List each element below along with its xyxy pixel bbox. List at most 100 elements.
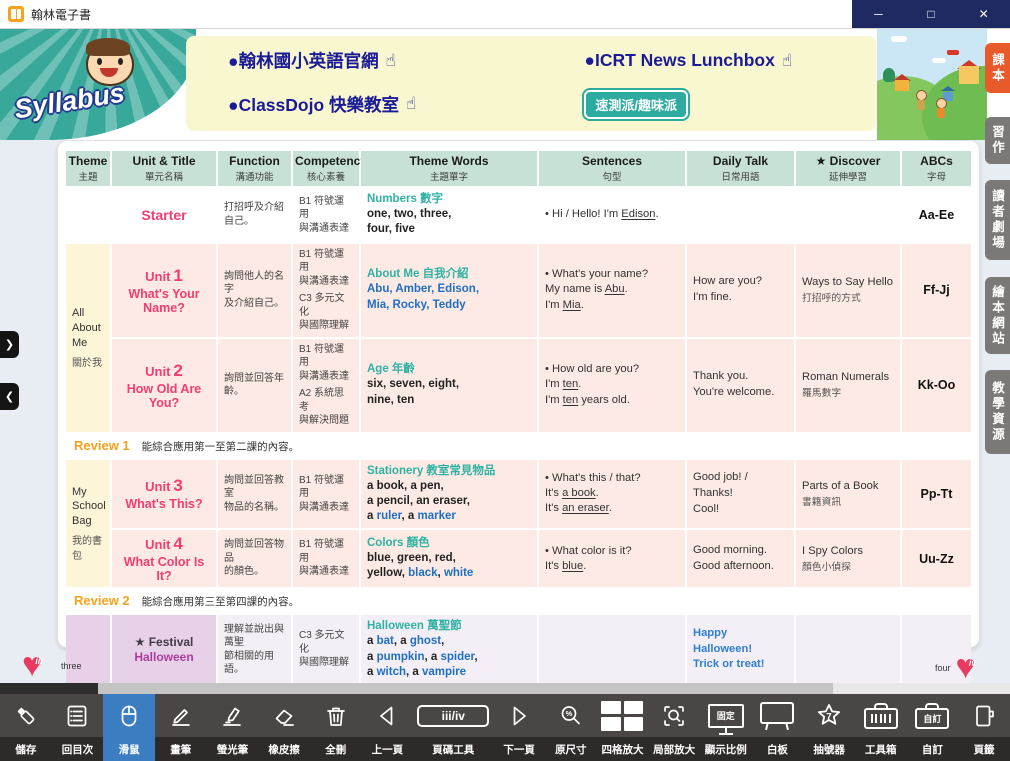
toolbox-icon [864, 694, 898, 737]
tool-label: 顯示比例 [705, 737, 747, 761]
maximize-button[interactable]: □ [905, 0, 958, 28]
side-tab-workbook[interactable]: 習作 [985, 117, 1010, 164]
hanlin-ebook-window: 翰林電子書 ─ □ ✕ Syllabus ●翰林國小英語官網☝●ICRT New… [0, 0, 1010, 761]
heart-page-icon: ♥ iii [22, 650, 56, 682]
sentences-cell [539, 615, 685, 684]
pen-icon [168, 694, 194, 737]
tool-display-ratio[interactable]: 固定顯示比例 [700, 694, 752, 761]
syllabus-table: Theme主題 Unit & Title單元名稱 Function溝通功能 Co… [66, 151, 971, 761]
pointer-hand-icon: ☝ [406, 94, 416, 114]
left-panel-close-toggle[interactable]: ❮ [0, 383, 19, 410]
sentences-cell: • What's this / that?It's a book.It's an… [539, 460, 685, 529]
tool-label: 螢光筆 [217, 737, 249, 761]
theme-words-cell: About Me 自我介紹Abu, Amber, Edison,Mia, Roc… [361, 244, 537, 337]
syllabus-page: Theme主題 Unit & Title單元名稱 Function溝通功能 Co… [57, 140, 980, 648]
page-indicator-right: four ♥ iv [930, 652, 990, 684]
theme-words-cell: Numbers 數字one, two, three,four, five [361, 188, 537, 242]
tool-region-zoom[interactable]: 局部放大 [648, 694, 700, 761]
tool-four-pane-zoom[interactable]: 四格放大 [597, 694, 649, 761]
tool-original-size[interactable]: %原尺寸 [545, 694, 597, 761]
side-tab-picture-book-site[interactable]: 繪本網站 [985, 277, 1010, 354]
competency-cell: B1 符號運用與溝通表達 [293, 530, 359, 587]
eraser-icon [271, 694, 297, 737]
tool-page-tool[interactable]: iii/iv頁碼工具 [413, 694, 493, 761]
abcs-cell: Ff-Jj [902, 244, 971, 337]
theme-cell-all-about-me: AllAboutMe 關於我 [66, 244, 110, 432]
title-bar: 翰林電子書 ─ □ ✕ [0, 0, 1010, 29]
tool-whiteboard[interactable]: 白板 [752, 694, 804, 761]
main-content: Syllabus ●翰林國小英語官網☝●ICRT News Lunchbox☝●… [0, 28, 1010, 694]
unit-cell-unit2: Unit2 How Old Are You? [112, 339, 216, 432]
col-header-abcs: ABCs字母 [902, 151, 971, 186]
side-tab-readers-theater[interactable]: 讀者劇場 [985, 180, 1010, 260]
display-ratio-icon: 固定 [708, 694, 744, 737]
prev-page-icon [374, 694, 400, 737]
tool-pen[interactable]: 畫筆 [155, 694, 207, 761]
tool-save[interactable]: 儲存 [0, 694, 52, 761]
tool-eraser[interactable]: 橡皮擦 [258, 694, 310, 761]
tool-toolbox[interactable]: 工具箱 [855, 694, 907, 761]
theme-words-cell: Colors 顏色blue, green, red,yellow, black,… [361, 530, 537, 587]
tool-label: 工具箱 [865, 737, 897, 761]
window-controls: ─ □ ✕ [852, 0, 1010, 28]
tool-mouse[interactable]: 滑鼠 [103, 694, 155, 761]
col-header-theme-words: Theme Words主題單字 [361, 151, 537, 186]
tool-label: 畫筆 [170, 737, 191, 761]
function-cell: 理解並說出與萬聖節相關的用語。 [218, 615, 291, 684]
review2-row: Review 2 能綜合應用第三至第四課的內容。 [66, 589, 971, 613]
daily-talk-cell: Thank you.You're welcome. [687, 339, 794, 432]
tool-label: 上一頁 [372, 737, 404, 761]
custom-icon: 自訂 [915, 694, 949, 737]
header-link-icrt-news-lunchbox[interactable]: ●ICRT News Lunchbox☝ [584, 50, 876, 71]
function-cell: 打招呼及介紹自己。 [218, 188, 291, 242]
sentences-cell: • Hi / Hello! I'm Edison. [539, 188, 685, 242]
col-header-function: Function溝通功能 [218, 151, 291, 186]
header-link-hanlin-elementary-english-site[interactable]: ●翰林國小英語官網☝ [228, 48, 584, 73]
minimize-button[interactable]: ─ [852, 0, 905, 28]
col-header-competency: Competency核心素養 [293, 151, 359, 186]
tool-prev-page[interactable]: 上一頁 [362, 694, 414, 761]
header-links-panel: ●翰林國小英語官網☝●ICRT News Lunchbox☝●ClassDojo… [186, 36, 876, 131]
discover-cell: I Spy Colors顏色小偵探 [796, 530, 900, 587]
svg-text:%: % [565, 709, 572, 718]
tool-toc[interactable]: 回目次 [52, 694, 104, 761]
tool-label: 自訂 [922, 737, 943, 761]
svg-text:7: 7 [826, 712, 831, 723]
competency-cell: B1 符號運用與溝通表達A2 系統思考與解決問題 [293, 339, 359, 432]
abcs-cell: Pp-Tt [902, 460, 971, 529]
left-panel-open-toggle[interactable]: ❯ [0, 331, 19, 358]
side-tab-teaching-resources[interactable]: 教學資源 [985, 370, 1010, 454]
four-pane-zoom-icon [601, 694, 643, 737]
horizontal-scrollbar [0, 683, 1010, 694]
daily-talk-cell: Happy Halloween!Trick or treat! [687, 615, 794, 684]
discover-cell: Parts of a Book書籍資訊 [796, 460, 900, 529]
side-tab-textbook[interactable]: 課本 [985, 43, 1010, 93]
function-cell: 詢問並回答年齡。 [218, 339, 291, 432]
function-cell: 詢問並回答教室物品的名稱。 [218, 460, 291, 529]
review1-row: Review 1 能綜合應用第一至第二課的內容。 [66, 434, 971, 458]
sentences-cell: • What's your name?My name is Abu.I'm Mi… [539, 244, 685, 337]
tool-number-picker[interactable]: 7抽號器 [803, 694, 855, 761]
scrollbar-thumb[interactable] [98, 683, 833, 694]
unit-cell-unit3: Unit3 What's This? [112, 460, 216, 529]
header-band: Syllabus ●翰林國小英語官網☝●ICRT News Lunchbox☝●… [0, 28, 1010, 140]
tool-page-tab[interactable]: 頁籤 [958, 694, 1010, 761]
kid-character [935, 98, 945, 120]
competency-cell: B1 符號運用與溝通表達C3 多元文化與國際理解 [293, 244, 359, 337]
header-link-classdojo-classroom[interactable]: ●ClassDojo 快樂教室☝ [228, 92, 584, 117]
region-zoom-icon [661, 694, 687, 737]
quiz-party-button[interactable]: 速測派/趣味派 [584, 90, 688, 119]
tool-delete-all[interactable]: 全刪 [310, 694, 362, 761]
col-header-daily-talk: Daily Talk日常用語 [687, 151, 794, 186]
function-cell: 詢問並回答物品的顏色。 [218, 530, 291, 587]
tool-label: 儲存 [15, 737, 36, 761]
tool-next-page[interactable]: 下一頁 [493, 694, 545, 761]
close-button[interactable]: ✕ [957, 0, 1010, 28]
tool-label: 頁碼工具 [432, 737, 474, 761]
function-cell: 詢問他人的名字及介紹自己。 [218, 244, 291, 337]
pointer-hand-icon: ☝ [782, 51, 792, 71]
whiteboard-icon [760, 694, 794, 737]
theme-cell-my-school-bag: MySchoolBag 我的書包 [66, 460, 110, 588]
tool-custom[interactable]: 自訂自訂 [907, 694, 959, 761]
tool-highlighter[interactable]: 螢光筆 [207, 694, 259, 761]
